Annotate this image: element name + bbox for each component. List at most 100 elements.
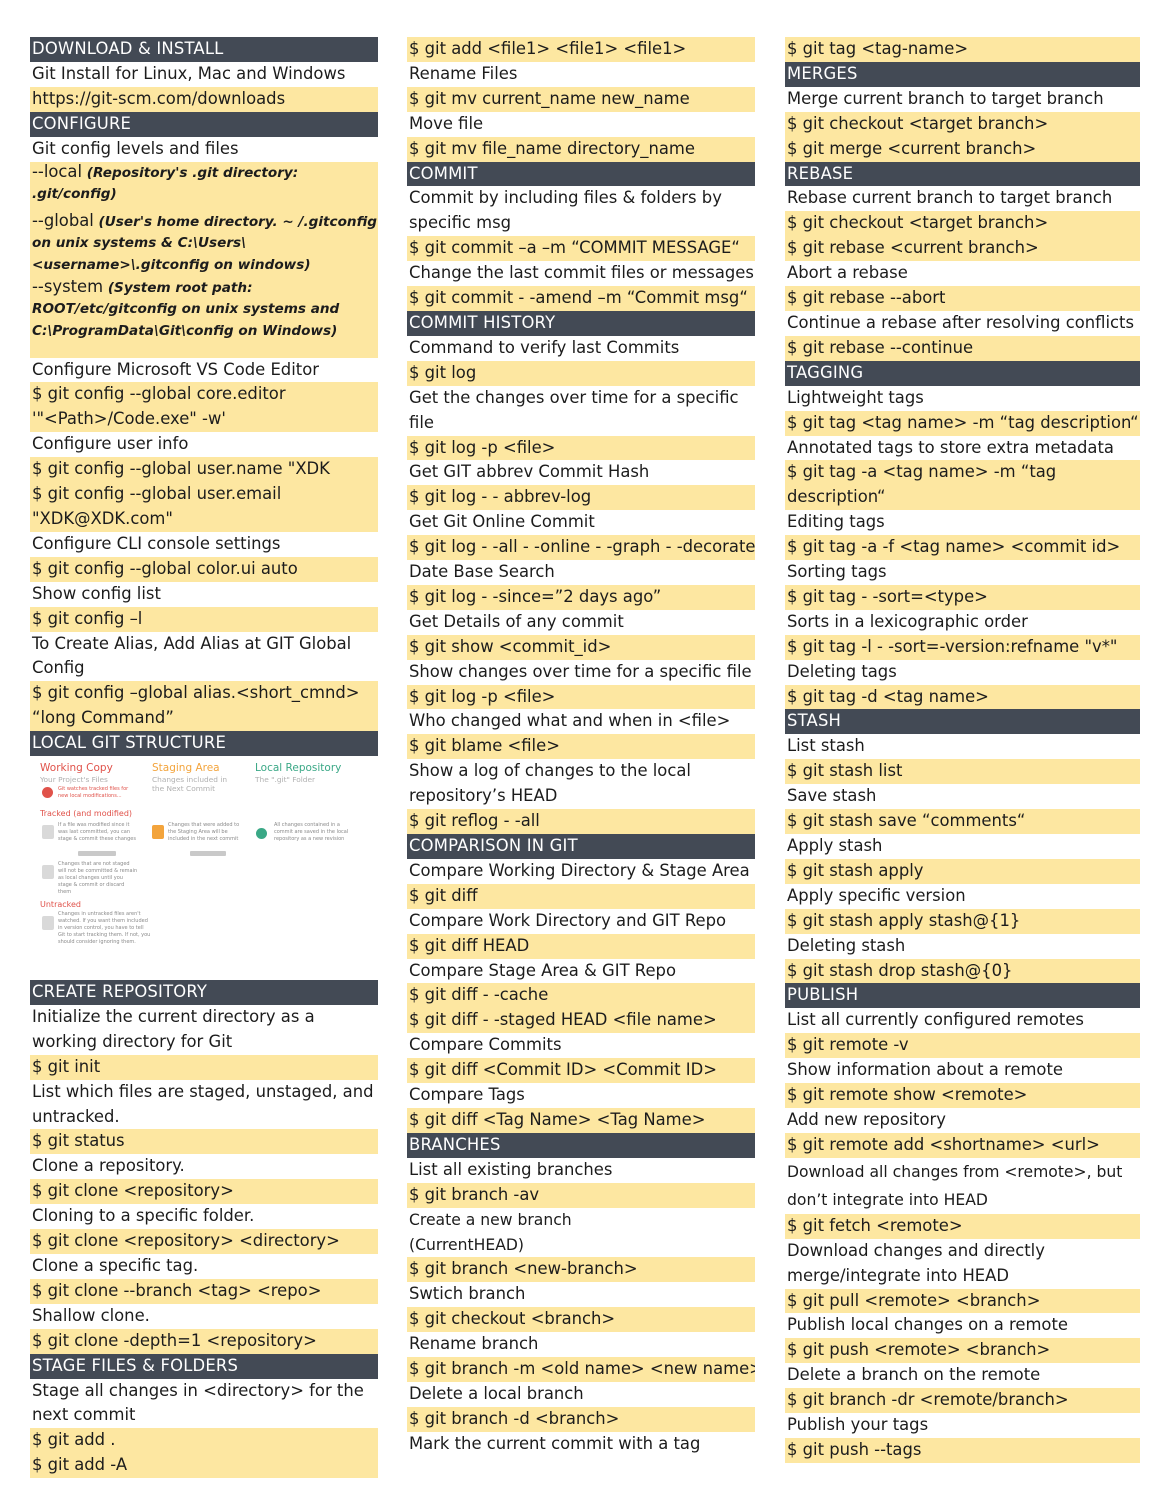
text-line: To Create Alias, Add Alias at GIT Global bbox=[30, 631, 378, 657]
text-line: Commit by including files & folders by bbox=[407, 186, 755, 212]
section-header-commit-history: COMMIT HISTORY bbox=[407, 310, 755, 336]
download-link[interactable]: https://git-scm.com/downloads bbox=[30, 86, 378, 112]
command-line: $ git config --global core.editor bbox=[30, 382, 378, 408]
command-line: $ git log -p <file> bbox=[407, 435, 755, 461]
text-line: Configure Microsoft VS Code Editor bbox=[30, 357, 378, 383]
section-header-branches: BRANCHES bbox=[407, 1132, 755, 1158]
command-line: $ git branch -m <old name> <new name> bbox=[407, 1357, 755, 1382]
untracked-note: Changes in untracked files aren't watche… bbox=[58, 911, 151, 946]
command-line: $ git stash save “comments“ bbox=[785, 809, 1140, 834]
command-line: $ git tag -a -f <tag name> <commit id> bbox=[785, 535, 1140, 561]
text-line: Git config levels and files bbox=[30, 136, 378, 162]
command-line: $ git branch -d <branch> bbox=[407, 1406, 755, 1432]
command-line: $ git add . bbox=[30, 1428, 378, 1454]
section-header-merges: MERGES bbox=[785, 61, 1140, 87]
text-line: Swtich branch bbox=[407, 1282, 755, 1308]
command-line: $ git checkout <target branch> bbox=[785, 211, 1140, 237]
command-line: $ git rebase --abort bbox=[785, 286, 1140, 311]
staging-area-sub: the Next Commit bbox=[152, 784, 216, 794]
command-line: $ git diff - -staged HEAD <file name> bbox=[407, 1008, 755, 1034]
command-line: $ git add -A bbox=[30, 1453, 378, 1479]
command-line: $ git tag <tag name> -m “tag description… bbox=[785, 410, 1140, 436]
text-line: List stash bbox=[785, 734, 1140, 760]
command-line: $ git add <file1> <file1> <file1> bbox=[407, 37, 755, 62]
command-line: description“ bbox=[785, 485, 1140, 511]
text-line: Who changed what and when in <file> bbox=[407, 709, 755, 735]
text-line: Apply stash bbox=[785, 834, 1140, 859]
untracked-label: Untracked bbox=[40, 900, 81, 910]
section-header-create-repository: CREATE REPOSITORY bbox=[30, 980, 378, 1005]
text-line: Show changes over time for a specific fi… bbox=[407, 659, 755, 685]
section-header-rebase: REBASE bbox=[785, 161, 1140, 187]
command-line: $ git diff bbox=[407, 883, 755, 909]
file-icon bbox=[42, 916, 54, 931]
section-header-comparison: COMPARISON IN GIT bbox=[407, 834, 755, 859]
text-line: Deleting tags bbox=[785, 659, 1140, 685]
command-line: $ git tag -d <tag name> bbox=[785, 684, 1140, 710]
text-line: working directory for Git bbox=[30, 1029, 378, 1055]
text-line: Publish local changes on a remote bbox=[785, 1313, 1140, 1339]
text-line: Clone a repository. bbox=[30, 1154, 378, 1180]
command-line: $ git clone <repository> bbox=[30, 1179, 378, 1205]
command-line: $ git mv current_name new_name bbox=[407, 86, 755, 112]
command-line: $ git log - -all - -online - -graph - -d… bbox=[407, 535, 755, 561]
local-git-structure-diagram: Working Copy Your Project's Files Stagin… bbox=[30, 756, 378, 981]
text-line: Merge current branch to target branch bbox=[785, 86, 1140, 112]
file-icon bbox=[42, 825, 54, 840]
text-line: Stage all changes in <directory> for the bbox=[30, 1378, 378, 1404]
command-line: $ git clone --branch <tag> <repo> bbox=[30, 1278, 378, 1304]
text-line: Add new repository bbox=[785, 1107, 1140, 1133]
command-line: $ git mv file_name directory_name bbox=[407, 136, 755, 162]
command-line: $ git branch <new-branch> bbox=[407, 1257, 755, 1283]
text-line: Get Details of any commit bbox=[407, 609, 755, 635]
text-line: Abort a rebase bbox=[785, 261, 1140, 287]
text-line: repository’s HEAD bbox=[407, 784, 755, 810]
command-line: $ git checkout <target branch> bbox=[785, 111, 1140, 137]
committed-note: All changes contained in a commit are sa… bbox=[274, 822, 349, 843]
command-line: $ git status bbox=[30, 1129, 378, 1155]
text-line: specific msg bbox=[407, 211, 755, 237]
section-header-commit: COMMIT bbox=[407, 161, 755, 187]
text-line: Annotated tags to store extra metadata bbox=[785, 435, 1140, 461]
text-line: merge/integrate into HEAD bbox=[785, 1263, 1140, 1289]
config-flag: --local bbox=[32, 161, 83, 181]
eye-icon bbox=[42, 787, 53, 799]
text-line: List all currently configured remotes bbox=[785, 1008, 1140, 1034]
command-line: $ git init bbox=[30, 1054, 378, 1080]
text-line: Get GIT abbrev Commit Hash bbox=[407, 460, 755, 486]
command-line: $ git config –l bbox=[30, 606, 378, 632]
command-line: “long Command” bbox=[30, 706, 378, 732]
check-icon bbox=[256, 828, 267, 840]
command-line: $ git diff <Commit ID> <Commit ID> bbox=[407, 1058, 755, 1084]
command-line: $ git blame <file> bbox=[407, 734, 755, 760]
text-line: don’t integrate into HEAD bbox=[785, 1185, 1140, 1214]
file-icon bbox=[42, 865, 54, 880]
command-line: $ git config –global alias.<short_cmnd> bbox=[30, 681, 378, 707]
working-copy-label: Working Copy bbox=[40, 762, 113, 775]
text-line: Compare Commits bbox=[407, 1033, 755, 1059]
local-repository-sub: The ".git" Folder bbox=[255, 775, 316, 785]
command-line: $ git push <remote> <branch> bbox=[785, 1338, 1140, 1364]
text-line: Publish your tags bbox=[785, 1413, 1140, 1438]
text-line: Configure user info bbox=[30, 432, 378, 458]
command-line: $ git diff - -cache bbox=[407, 983, 755, 1009]
command-line: $ git log - - abbrev-log bbox=[407, 485, 755, 511]
text-line: Get Git Online Commit bbox=[407, 510, 755, 536]
text-line: untracked. bbox=[30, 1104, 378, 1130]
command-line: $ git commit –a –m “COMMIT MESSAGE“ bbox=[407, 236, 755, 262]
command-line: $ git stash apply stash@{1} bbox=[785, 908, 1140, 934]
command-line: $ git stash apply bbox=[785, 858, 1140, 884]
text-line: Shallow clone. bbox=[30, 1303, 378, 1329]
command-line: $ git clone <repository> <directory> bbox=[30, 1229, 378, 1254]
watches-note: Git watches tracked files for new local … bbox=[58, 786, 129, 800]
text-line: Editing tags bbox=[785, 510, 1140, 536]
text-line: Lightweight tags bbox=[785, 385, 1140, 411]
section-header-configure: CONFIGURE bbox=[30, 111, 378, 137]
text-line: Command to verify last Commits bbox=[407, 335, 755, 361]
text-line: Compare Stage Area & GIT Repo bbox=[407, 958, 755, 984]
text-line: Rebase current branch to target branch bbox=[785, 186, 1140, 212]
command-line: $ git diff <Tag Name> <Tag Name> bbox=[407, 1107, 755, 1133]
command-line: $ git tag -l - -sort=-version:refname "v… bbox=[785, 634, 1140, 660]
text-line: Config bbox=[30, 656, 378, 682]
column-1: DOWNLOAD & INSTALL Git Install for Linux… bbox=[30, 37, 378, 1479]
